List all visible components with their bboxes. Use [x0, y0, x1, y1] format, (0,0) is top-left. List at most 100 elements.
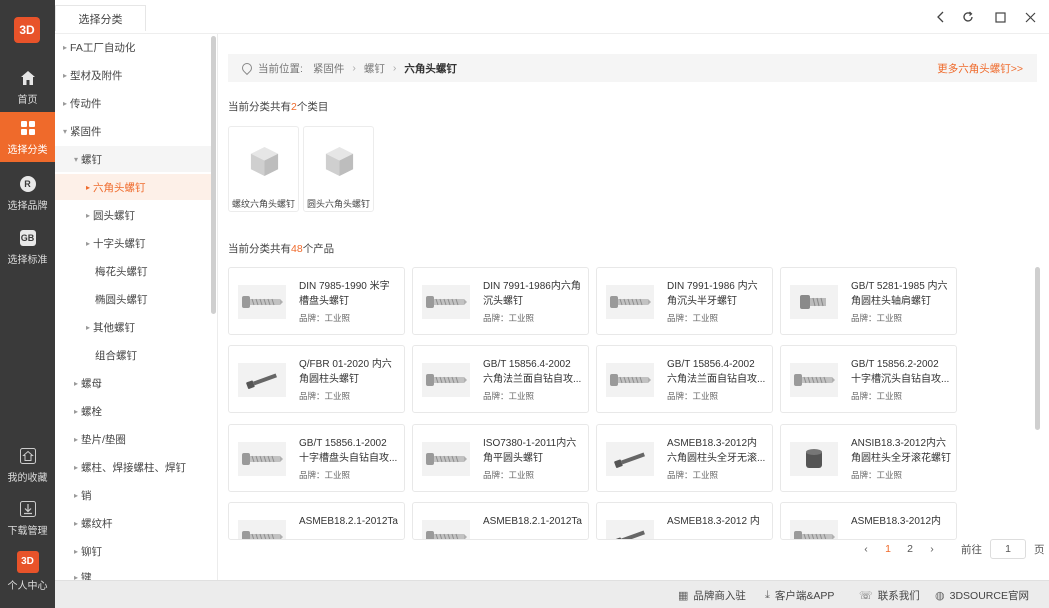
- product-card[interactable]: ANSIB18.3-2012内六角圆柱头全牙滚花螺钉 品牌：工业照: [780, 424, 957, 492]
- sidebar-item-profiles[interactable]: ▸ 型材及附件: [55, 62, 211, 88]
- product-title: GB/T 15856.4-2002 六角法兰面自钻自攻...: [667, 359, 766, 385]
- product-card[interactable]: ASMEB18.3-2012内六角圆柱头全牙无滚... 品牌：工业照: [596, 424, 773, 492]
- next-page-button[interactable]: ›: [921, 543, 943, 555]
- sidebar-item-label: 六角头螺钉: [93, 181, 146, 194]
- sidebar-item-label: 铆钉: [81, 545, 102, 558]
- product-card[interactable]: GB/T 15856.4-2002 六角法兰面自钻自攻... 品牌：工业照: [412, 345, 589, 413]
- product-card[interactable]: ASMEB18.3-2012 内: [596, 502, 773, 540]
- footer-link-contact[interactable]: ☏ 联系我们: [859, 581, 920, 608]
- left-rail: 3D 首页 选择分类 R 选择品牌 GB 选择标准 我的收藏 下载管理 3D 个…: [0, 0, 55, 608]
- rail-item-profile[interactable]: 3D 个人中心: [0, 546, 55, 596]
- product-title: ASMEB18.2.1-2012Ta: [483, 516, 582, 527]
- sidebar-item-hex-head-screws[interactable]: ▸ 六角头螺钉: [55, 174, 211, 200]
- product-card[interactable]: ISO7380-1-2011内六角平圆头螺钉 品牌：工业照: [412, 424, 589, 492]
- product-card[interactable]: ASMEB18.2.1-2012Ta: [228, 502, 405, 540]
- sidebar-item-studs[interactable]: ▸ 螺柱、焊接螺柱、焊钉: [55, 454, 211, 480]
- product-title: GB/T 15856.2-2002 十字槽沉头自钻自攻...: [851, 359, 950, 385]
- product-thumbnail: [606, 442, 654, 476]
- sidebar-item-fa-automation[interactable]: ▸ FA工厂自动化: [55, 34, 211, 60]
- globe-icon: ◍: [935, 589, 945, 602]
- footer-link-brand-join[interactable]: ▦ 品牌商入驻: [678, 581, 746, 608]
- maximize-icon[interactable]: [989, 7, 1011, 27]
- product-thumbnail: [238, 520, 286, 539]
- content-scrollbar[interactable]: [1035, 267, 1040, 430]
- sidebar-item-torx-head-screws[interactable]: 梅花头螺钉: [55, 258, 211, 284]
- product-title: DIN 7991-1986内六角沉头螺钉: [483, 281, 581, 307]
- product-card[interactable]: GB/T 5281-1985 内六角圆柱头轴肩螺钉 品牌：工业照: [780, 267, 957, 335]
- subcategory-card[interactable]: 圆头六角头螺钉: [303, 126, 374, 212]
- breadcrumb: 当前位置: 紧固件 › 螺钉 › 六角头螺钉 更多六角头螺钉>>: [228, 54, 1037, 82]
- product-card[interactable]: GB/T 15856.4-2002 六角法兰面自钻自攻... 品牌：工业照: [596, 345, 773, 413]
- breadcrumb-item-screws[interactable]: 螺钉: [364, 61, 385, 76]
- heading-text: 当前分类共有: [228, 243, 291, 255]
- product-card[interactable]: DIN 7991-1986 内六角沉头半牙螺钉 品牌：工业照: [596, 267, 773, 335]
- sidebar-scrollbar[interactable]: [211, 36, 216, 314]
- product-card[interactable]: Q/FBR 01-2020 内六角圆柱头螺钉 品牌：工业照: [228, 345, 405, 413]
- footer-link-official-site[interactable]: ◍ 3DSOURCE官网: [935, 581, 1029, 608]
- chevron-right-icon: ▸: [73, 572, 78, 581]
- back-icon[interactable]: [930, 7, 952, 27]
- rail-label-standard: 选择标准: [7, 254, 48, 266]
- sidebar-item-keys[interactable]: ▸ 键: [55, 564, 211, 581]
- rail-item-category[interactable]: 选择分类: [0, 112, 55, 162]
- product-brand: 品牌：工业照: [299, 313, 351, 323]
- product-title: GB/T 15856.1-2002 十字槽盘头自钻自攻...: [299, 438, 398, 464]
- sidebar-item-label: 型材及附件: [70, 69, 123, 82]
- prev-page-button[interactable]: ‹: [855, 543, 877, 555]
- sidebar-item-round-head-screws[interactable]: ▸ 圆头螺钉: [55, 202, 211, 228]
- sidebar-item-other-screws[interactable]: ▸ 其他螺钉: [55, 314, 211, 340]
- breadcrumb-item-fasteners[interactable]: 紧固件: [313, 61, 345, 76]
- sidebar-item-label: 螺栓: [81, 405, 102, 418]
- sidebar-item-combination-screws[interactable]: 组合螺钉: [55, 342, 211, 368]
- sidebar-item-threaded-rods[interactable]: ▸ 螺纹杆: [55, 510, 211, 536]
- footer-link-client-app[interactable]: ⤓ 客户端&APP: [765, 581, 834, 608]
- more-link[interactable]: 更多六角头螺钉>>: [937, 61, 1023, 76]
- sidebar-item-cross-head-screws[interactable]: ▸ 十字头螺钉: [55, 230, 211, 256]
- sidebar-item-transmission[interactable]: ▸ 传动件: [55, 90, 211, 116]
- page-2-button[interactable]: 2: [899, 543, 921, 555]
- product-card[interactable]: GB/T 15856.2-2002 十字槽沉头自钻自攻... 品牌：工业照: [780, 345, 957, 413]
- sidebar-item-label: 螺钉: [81, 153, 102, 166]
- subcategory-card[interactable]: 螺纹六角头螺钉: [228, 126, 299, 212]
- sidebar-item-label: 圆头螺钉: [93, 209, 135, 222]
- sidebar-item-screws[interactable]: ▾ 螺钉: [55, 146, 211, 172]
- page-1-button[interactable]: 1: [877, 543, 899, 555]
- product-brand: 品牌：工业照: [483, 313, 535, 323]
- sidebar-item-label: 螺纹杆: [81, 517, 113, 530]
- footer-link-label: 联系我们: [877, 589, 920, 602]
- rail-item-home[interactable]: 首页: [0, 62, 55, 112]
- sidebar-item-oval-head-screws[interactable]: 椭圆头螺钉: [55, 286, 211, 312]
- rail-item-downloads[interactable]: 下载管理: [0, 493, 55, 543]
- refresh-icon[interactable]: [957, 7, 979, 27]
- sidebar-item-nuts[interactable]: ▸ 螺母: [55, 370, 211, 396]
- product-brand: 品牌：工业照: [299, 391, 351, 401]
- product-card[interactable]: ASMEB18.3-2012内: [780, 502, 957, 540]
- rail-item-favorites[interactable]: 我的收藏: [0, 440, 55, 490]
- product-card[interactable]: GB/T 15856.1-2002 十字槽盘头自钻自攻... 品牌：工业照: [228, 424, 405, 492]
- sidebar-item-fasteners[interactable]: ▾ 紧固件: [55, 118, 211, 144]
- footer-link-label: 3DSOURCE官网: [949, 589, 1029, 602]
- sidebar-item-bolts[interactable]: ▸ 螺栓: [55, 398, 211, 424]
- category-count-heading: 当前分类共有2个类目: [228, 99, 328, 114]
- goto-page-input[interactable]: 1: [990, 539, 1026, 559]
- tab-category[interactable]: 选择分类: [55, 5, 146, 31]
- rail-item-standard[interactable]: GB 选择标准: [0, 222, 55, 272]
- cube-icon: [325, 146, 354, 177]
- close-icon[interactable]: [1019, 7, 1041, 27]
- product-card[interactable]: ASMEB18.2.1-2012Ta: [412, 502, 589, 540]
- page-suffix: 页: [1034, 543, 1045, 556]
- rail-item-brand[interactable]: R 选择品牌: [0, 168, 55, 218]
- chevron-right-icon: ▸: [73, 462, 78, 472]
- rail-label-brand: 选择品牌: [7, 200, 48, 212]
- product-thumbnail: [238, 442, 286, 476]
- product-card[interactable]: DIN 7985-1990 米字槽盘头螺钉 品牌：工业照: [228, 267, 405, 335]
- brand-icon: R: [19, 175, 37, 193]
- sidebar-item-pins[interactable]: ▸ 销: [55, 482, 211, 508]
- chevron-down-icon: ▾: [62, 126, 67, 136]
- sidebar-item-rivets[interactable]: ▸ 铆钉: [55, 538, 211, 564]
- sidebar-item-washers[interactable]: ▸ 垫片/垫圈: [55, 426, 211, 452]
- product-card[interactable]: DIN 7991-1986内六角沉头螺钉品牌：工业照: [412, 267, 589, 335]
- product-brand: 品牌：工业照: [851, 313, 903, 323]
- rail-label-home: 首页: [17, 94, 38, 106]
- sidebar-item-label: 传动件: [70, 97, 102, 110]
